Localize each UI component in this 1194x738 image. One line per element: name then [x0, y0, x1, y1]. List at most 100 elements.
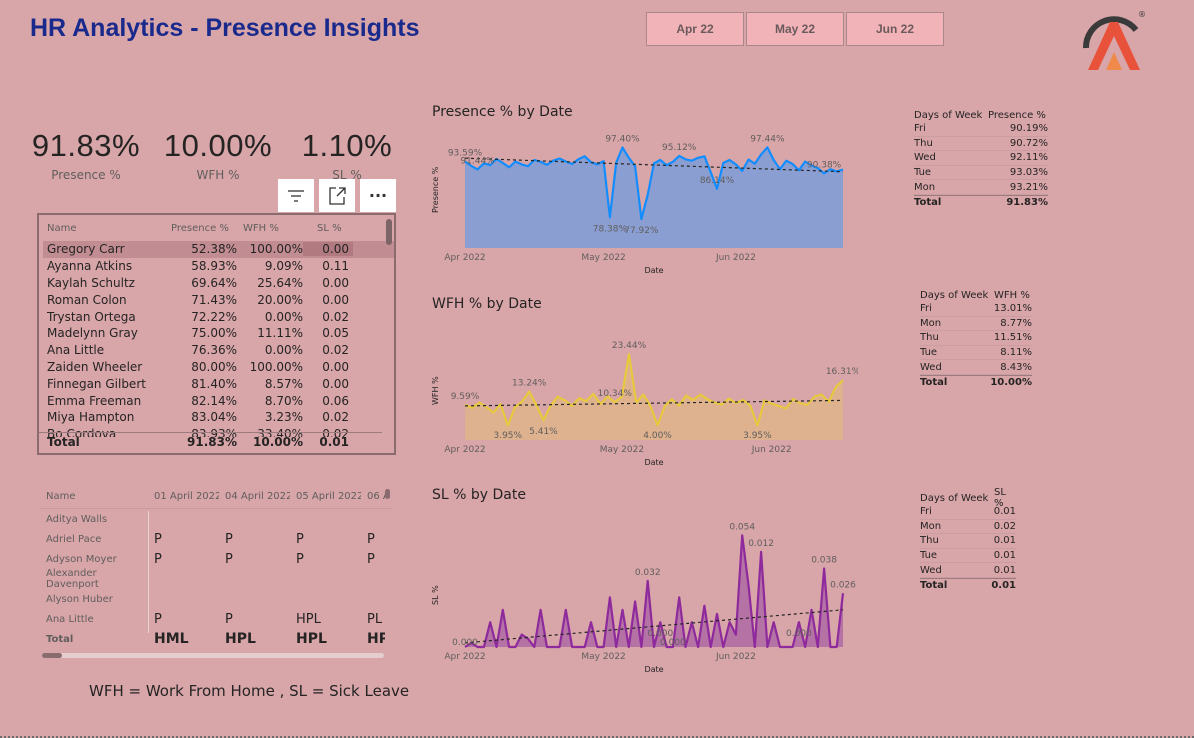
wfh-area-chart[interactable]: WFH % Apr 2022 May 2022 Jun 2022 Date 9.59% 13…	[428, 312, 858, 468]
matrix-col-date[interactable]: 01 April 2022	[148, 491, 219, 502]
matrix-row[interactable]: Adyson Moyer P P P P	[40, 549, 392, 569]
data-label: 10.34%	[598, 389, 633, 399]
weekday-name: Thu	[914, 137, 933, 149]
table-row[interactable]: Zaiden Wheeler 80.00% 100.00% 0.00	[39, 359, 394, 376]
x-tick-label: May 2022	[581, 652, 625, 662]
table-row[interactable]: Ana Little 76.36% 0.00% 0.02	[39, 342, 394, 359]
weekday-row: Mon 0.02	[920, 520, 1016, 535]
weekday-row: Mon 8.77%	[920, 317, 1032, 332]
weekday-col-header[interactable]: Days of Week	[920, 290, 992, 301]
table-row[interactable]: Finnegan Gilbert 81.40% 8.57% 0.00	[39, 375, 394, 392]
sl-area-chart[interactable]: SL % Apr 2022 May 2022 Jun 2022 Date 0.000 0.0…	[428, 503, 858, 679]
data-label: 0.000	[452, 638, 478, 648]
chart-title: WFH % by Date	[432, 296, 542, 312]
matrix-row-name: Ana Little	[46, 613, 94, 625]
matrix-col-name[interactable]: Name	[40, 491, 148, 502]
table-total-row: Total 91.83% 10.00% 0.01	[39, 432, 382, 449]
weekday-name: Thu	[920, 535, 939, 547]
cell-presence: 82.14%	[191, 393, 237, 408]
table-row[interactable]: Emma Freeman 82.14% 8.70% 0.06	[39, 392, 394, 409]
weekday-row: Mon 93.21%	[914, 180, 1048, 195]
col-header-name[interactable]: Name	[47, 223, 167, 241]
table-row[interactable]: Roman Colon 71.43% 20.00% 0.00	[39, 291, 394, 308]
matrix-row[interactable]: Ana Little P P HPL PL	[40, 609, 392, 629]
weekday-value: 0.01	[993, 550, 1016, 562]
cell-name: Ana Little	[47, 343, 105, 358]
table-row[interactable]: Madelynn Gray 75.00% 11.11% 0.05	[39, 325, 394, 342]
table-scrollbar[interactable]	[386, 219, 392, 449]
more-options-icon: ···	[368, 186, 388, 205]
scrollbar-thumb[interactable]	[386, 219, 392, 245]
matrix-col-date[interactable]: 04 April 2022	[219, 491, 290, 502]
matrix-horizontal-scrollbar[interactable]	[42, 653, 384, 658]
weekday-name: Thu	[920, 332, 939, 344]
matrix-col-date[interactable]: 06 A	[361, 491, 385, 502]
data-label: 0.054	[729, 522, 755, 532]
cell-wfh: 0.00%	[264, 343, 303, 358]
cell-presence: 81.40%	[191, 376, 237, 391]
data-label: 97.40%	[605, 135, 640, 145]
kpi-wfh-label: WFH %	[196, 168, 240, 182]
weekday-value: 8.11%	[1000, 347, 1032, 359]
matrix-row[interactable]: Adriel Pace P P P P	[40, 529, 392, 549]
weekday-value: 8.43%	[1000, 361, 1032, 373]
weekday-col-header[interactable]: Days of Week	[920, 493, 992, 504]
cell-sl: 0.02	[322, 410, 349, 425]
total-label: Total	[47, 435, 80, 449]
registered-mark: ®	[1138, 10, 1146, 19]
scrollbar-thumb[interactable]	[385, 489, 390, 499]
cell-sl: 0.11	[322, 259, 349, 274]
table-row[interactable]: Kaylah Schultz 69.64% 25.64% 0.00	[39, 275, 394, 292]
data-label: 0.000	[786, 629, 812, 639]
weekday-table-header: Days of Week WFH %	[920, 288, 1032, 302]
weekday-value: 13.01%	[993, 303, 1032, 315]
month-button-apr[interactable]: Apr 22	[646, 12, 744, 46]
filter-button[interactable]	[278, 179, 314, 212]
weekday-col-header[interactable]: WFH %	[992, 290, 1032, 301]
table-row[interactable]: Gregory Carr 52.38% 100.00% 0.00	[43, 241, 394, 258]
weekday-row: Tue 8.11%	[920, 346, 1032, 361]
col-header-presence[interactable]: Presence %	[167, 223, 237, 241]
weekday-value: 0.01	[993, 564, 1016, 576]
more-options-button[interactable]: ···	[360, 179, 396, 212]
col-header-sl[interactable]: SL %	[303, 223, 353, 241]
weekday-name: Mon	[914, 181, 936, 193]
chart-title: Presence % by Date	[432, 104, 573, 120]
weekday-total-row: Total 0.01	[920, 577, 1016, 593]
matrix-col-date[interactable]: 05 April 2022	[290, 491, 361, 502]
weekday-value: 90.72%	[1009, 137, 1048, 149]
weekday-col-header[interactable]: Presence %	[986, 110, 1048, 121]
matrix-cell: P	[225, 611, 233, 627]
cell-wfh: 0.00%	[264, 309, 303, 324]
cell-name: Madelynn Gray	[47, 326, 138, 341]
col-header-wfh[interactable]: WFH %	[237, 223, 303, 241]
presence-area-chart[interactable]: Presence %Apr 2022 May 2022 Jun 2022Date93…	[428, 120, 858, 276]
cell-name: Kaylah Schultz	[47, 275, 135, 290]
weekday-total-row: Total 91.83%	[914, 194, 1048, 210]
matrix-cell: P	[367, 551, 375, 567]
weekday-name: Wed	[920, 564, 942, 576]
page-title: HR Analytics - Presence Insights	[30, 14, 420, 42]
cell-wfh: 8.57%	[264, 376, 303, 391]
cell-wfh: 20.00%	[257, 292, 303, 307]
data-label: 0.026	[830, 580, 856, 590]
month-button-may[interactable]: May 22	[746, 12, 844, 46]
weekday-total-label: Total	[914, 197, 942, 209]
matrix-row-name: Adyson Moyer	[46, 553, 117, 565]
month-button-jun[interactable]: Jun 22	[846, 12, 944, 46]
data-label: 3.95%	[493, 431, 522, 441]
matrix-row[interactable]: Alexander Davenport	[40, 568, 392, 590]
matrix-row[interactable]: Aditya Walls	[40, 509, 392, 529]
matrix-row-name: Aditya Walls	[46, 513, 108, 525]
scrollbar-thumb[interactable]	[42, 653, 62, 658]
weekday-col-header[interactable]: Days of Week	[914, 110, 986, 121]
table-row[interactable]: Ayanna Atkins 58.93% 9.09% 0.11	[39, 258, 394, 275]
weekday-table-header: Days of Week Presence %	[914, 108, 1048, 122]
table-row[interactable]: Miya Hampton 83.04% 3.23% 0.02	[39, 409, 394, 426]
matrix-vertical-scrollbar[interactable]	[385, 489, 390, 639]
matrix-total-row: Total HML HPL HPL HP	[40, 629, 392, 649]
y-axis-label: SL %	[431, 585, 440, 605]
table-row[interactable]: Trystan Ortega 72.22% 0.00% 0.02	[39, 308, 394, 325]
matrix-row[interactable]: Alyson Huber	[40, 589, 392, 609]
focus-mode-button[interactable]	[319, 179, 355, 212]
